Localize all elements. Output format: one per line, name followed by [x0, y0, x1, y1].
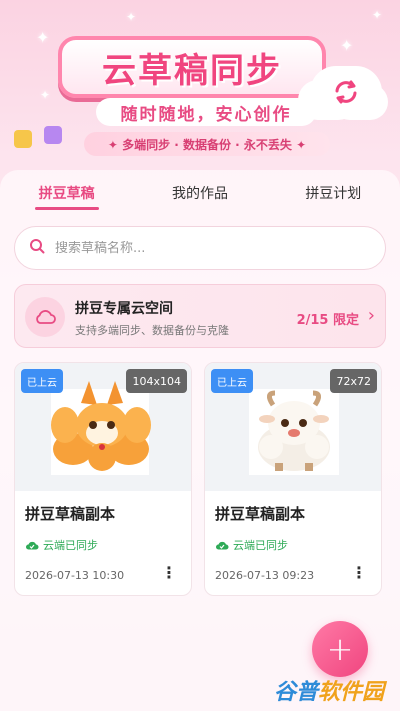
draft-thumbnail: 已上云 104x104 — [15, 363, 191, 491]
cloud-check-icon — [216, 541, 229, 550]
cloud-space-subtitle: 支持多端同步、数据备份与克隆 — [75, 324, 229, 337]
draft-title: 拼豆草稿副本 — [215, 505, 306, 523]
cloud-space-banner[interactable]: 拼豆专属云空间 支持多端同步、数据备份与克隆 2/15 限定 › — [14, 284, 386, 348]
draft-title: 拼豆草稿副本 — [25, 505, 116, 523]
chevron-right-icon: › — [367, 305, 375, 326]
hero-subtitle: 随时随地，安心创作 — [96, 98, 316, 126]
tab-my-works[interactable]: 我的作品 — [133, 170, 266, 216]
sparkle-icon: ✦ — [36, 28, 50, 47]
hero-tagline: ✦ 多端同步 · 数据备份 · 永不丢失 ✦ — [84, 132, 330, 156]
sync-status-label: 云端已同步 — [233, 539, 288, 552]
tab-drafts[interactable]: 拼豆草稿 — [0, 170, 133, 216]
draft-card[interactable]: 已上云 104x104 拼豆草稿副本 云端已同步 2026-07-13 10:3… — [14, 362, 192, 596]
grid-size-badge: 72x72 — [330, 369, 377, 393]
sync-status: 云端已同步 — [25, 537, 98, 553]
cloud-badge: 已上云 — [21, 369, 63, 393]
draft-date: 2026-07-13 09:23 — [215, 569, 315, 582]
grid-size-badge: 104x104 — [126, 369, 187, 393]
cloud-icon — [25, 297, 65, 337]
hero-banner: ✦ ✦ ✦ ✦ ✦ 云草稿同步 随时随地，安心创作 ✦ 多端同步 · 数据备份 … — [0, 0, 400, 170]
draft-date: 2026-07-13 10:30 — [25, 569, 125, 582]
dice-icon — [44, 126, 62, 144]
sparkle-icon: ✦ — [40, 88, 51, 102]
search-icon — [29, 238, 45, 258]
more-options-icon[interactable]: ⋮ — [161, 565, 177, 581]
cloud-check-icon — [26, 541, 39, 550]
tab-bar: 拼豆草稿 我的作品 拼豆计划 — [0, 170, 400, 216]
cloud-space-limit: 2/15 限定 — [296, 313, 359, 328]
cloud-space-title: 拼豆专属云空间 — [75, 301, 173, 317]
add-draft-button[interactable]: + — [312, 621, 368, 677]
sync-status-label: 云端已同步 — [43, 539, 98, 552]
hero-title: 云草稿同步 — [58, 36, 326, 98]
more-options-icon[interactable]: ⋮ — [351, 565, 367, 581]
dice-icon — [14, 130, 32, 148]
cloud-badge: 已上云 — [211, 369, 253, 393]
search-bar — [14, 226, 386, 270]
sync-status: 云端已同步 — [215, 537, 288, 553]
draft-card[interactable]: 已上云 72x72 拼豆草稿副本 云端已同步 2026-07-13 09:23 … — [204, 362, 382, 596]
sparkle-icon: ✦ — [126, 10, 137, 24]
sync-cloud-icon — [310, 66, 382, 118]
search-input[interactable] — [55, 240, 355, 256]
draft-thumbnail: 已上云 72x72 — [205, 363, 381, 491]
watermark-logo: 谷普软件园 — [274, 680, 385, 705]
sparkle-icon: ✦ — [372, 8, 383, 22]
sparkle-icon: ✦ — [340, 36, 354, 55]
tab-plans[interactable]: 拼豆计划 — [267, 170, 400, 216]
